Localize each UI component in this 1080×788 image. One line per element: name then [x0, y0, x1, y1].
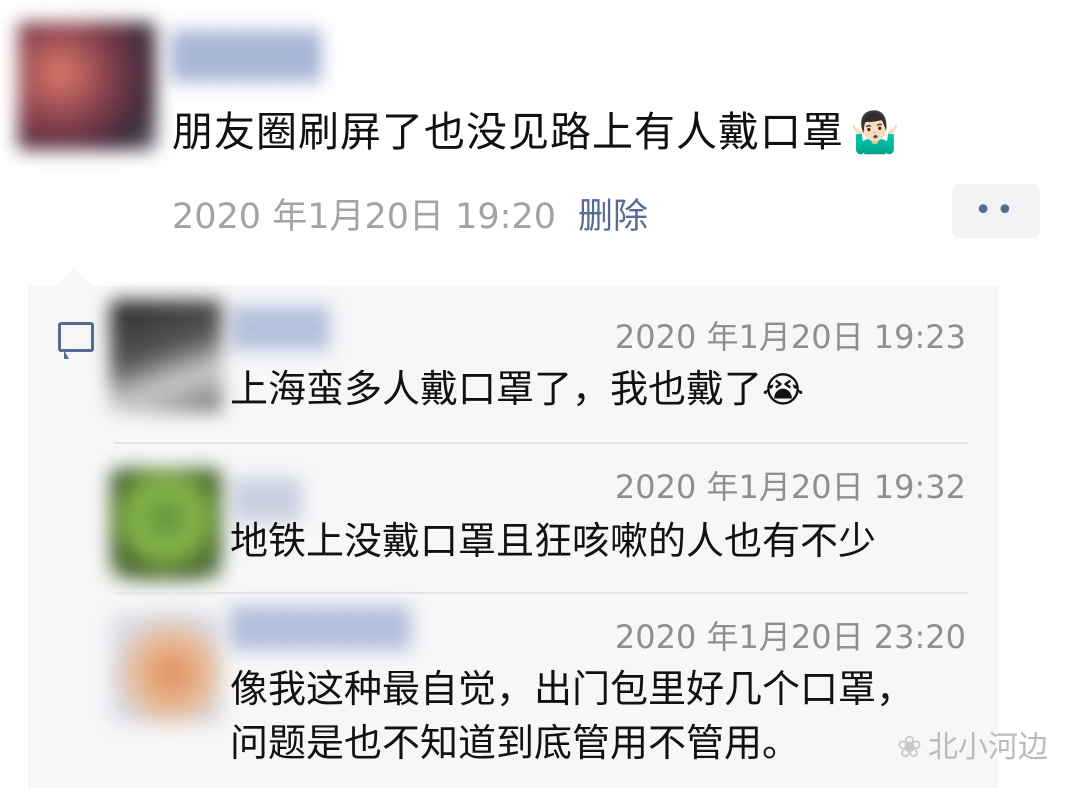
comment-author-redacted[interactable] — [232, 606, 412, 650]
comment-text: 上海蛮多人戴口罩了，我也戴了😭 — [230, 362, 804, 418]
divider — [114, 442, 968, 444]
watermark-text: 北小河边 — [928, 730, 1048, 765]
poster-name-redacted[interactable] — [172, 30, 322, 82]
post-body: 朋友圈刷屏了也没见路上有人戴口罩 — [172, 108, 844, 156]
comment-timestamp: 2020 年1月20日 23:20 — [614, 618, 966, 656]
divider — [114, 592, 968, 594]
comment-text: 地铁上没戴口罩且狂咳嗽的人也有不少 — [230, 519, 877, 563]
watermark: ❀ 北小河边 — [897, 722, 1048, 766]
more-options-button[interactable]: •• — [952, 184, 1040, 238]
comment-text-line: 问题是也不知道到底管用不管用。 — [230, 721, 801, 765]
post-text: 朋友圈刷屏了也没见路上有人戴口罩 🤷🏻‍♂️ — [172, 104, 901, 161]
comment-text: 像我这种最自觉，出门包里好几个口罩， 问题是也不知道到底管用不管用。 — [230, 662, 914, 770]
comment-timestamp: 2020 年1月20日 19:23 — [614, 318, 966, 356]
poster-avatar[interactable] — [18, 22, 156, 150]
comment-timestamp: 2020 年1月20日 19:32 — [614, 468, 966, 506]
wechat-icon: ❀ — [896, 730, 922, 765]
delete-button[interactable]: 删除 — [578, 197, 648, 237]
comment-avatar[interactable] — [110, 612, 222, 724]
comment-avatar[interactable] — [110, 468, 222, 580]
comment-body: 上海蛮多人戴口罩了，我也戴了 — [230, 367, 763, 411]
comment-author-redacted[interactable] — [232, 306, 332, 350]
comment-icon — [58, 322, 94, 359]
comment-avatar[interactable] — [110, 300, 222, 412]
post-timestamp: 2020 年1月20日 19:20 — [172, 197, 556, 237]
crying-emoji-icon: 😭 — [762, 370, 805, 411]
panel-pointer — [56, 268, 92, 286]
shrug-emoji-icon: 🤷🏻‍♂️ — [850, 110, 901, 156]
post-meta: 2020 年1月20日 19:20 删除 — [172, 188, 648, 239]
comment-text-line: 像我这种最自觉，出门包里好几个口罩， — [230, 667, 915, 711]
